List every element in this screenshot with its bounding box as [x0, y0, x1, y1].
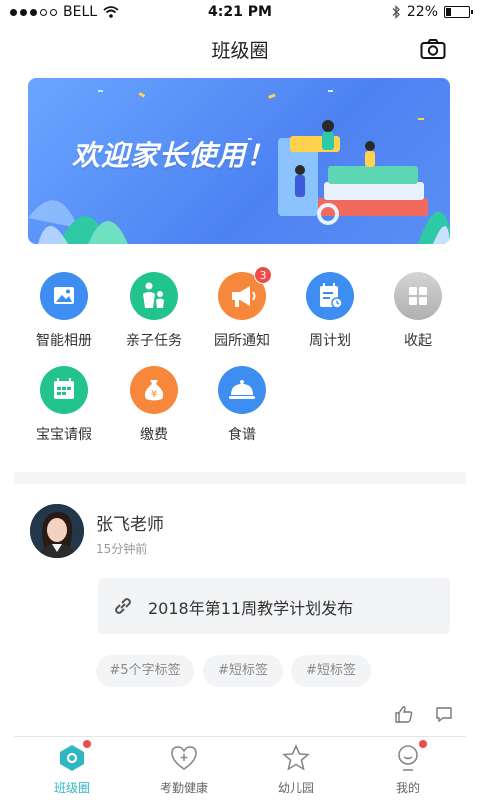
camera-icon[interactable] — [420, 38, 446, 60]
tab-mine[interactable]: 我的 — [368, 740, 448, 799]
like-icon[interactable] — [394, 704, 414, 724]
notice-badge: 3 — [254, 266, 272, 284]
grid-item-photo-album[interactable]: 智能相册 — [24, 272, 104, 356]
collapse-grid-icon — [394, 272, 442, 320]
grid-label: 周计划 — [309, 333, 351, 349]
link-icon — [115, 598, 131, 614]
leave-calendar-icon — [40, 366, 88, 414]
svg-text:¥: ¥ — [151, 389, 157, 400]
link-card[interactable]: 2018年第11周教学计划发布 — [98, 578, 450, 634]
grid-label: 园所通知 — [214, 333, 270, 349]
tab-class-circle[interactable]: 班级圈 — [32, 740, 112, 799]
battery-icon — [444, 6, 473, 18]
parent-child-icon — [130, 272, 178, 320]
grid-item-leave[interactable]: 宝宝请假 — [24, 366, 104, 450]
section-divider — [14, 472, 466, 484]
grid-item-parent-child[interactable]: 亲子任务 — [114, 272, 194, 356]
tag-chip[interactable]: #短标签 — [203, 655, 283, 687]
tab-bar: 班级圈 考勤健康 幼儿园 我的 — [14, 736, 466, 800]
link-text: 2018年第11周教学计划发布 — [148, 599, 354, 618]
battery-percent: 22% — [406, 4, 438, 20]
photo-album-icon — [40, 272, 88, 320]
grid-label: 宝宝请假 — [36, 427, 92, 443]
grid-label: 智能相册 — [36, 333, 92, 349]
page-title: 班级圈 — [211, 40, 269, 62]
profile-icon — [393, 740, 427, 773]
nav-bar: 班级圈 — [0, 28, 480, 72]
grid-label: 食谱 — [228, 427, 256, 443]
tab-attendance-health[interactable]: 考勤健康 — [144, 743, 224, 799]
grid-label: 亲子任务 — [126, 333, 182, 349]
calendar-plan-icon — [306, 272, 354, 320]
tab-kindergarten[interactable]: 幼儿园 — [256, 743, 336, 799]
bluetooth-icon — [392, 5, 400, 19]
banner-text: 欢迎家长使用！ — [72, 139, 276, 172]
grid-label: 收起 — [404, 333, 432, 349]
tab-label: 班级圈 — [53, 781, 90, 795]
tab-label: 幼儿园 — [277, 781, 314, 795]
food-cloche-icon — [218, 366, 266, 414]
grid-item-payment[interactable]: ¥ 缴费 — [114, 366, 194, 450]
status-right: 22% — [391, 4, 473, 20]
tag-chip[interactable]: #5个字标签 — [96, 655, 194, 687]
megaphone-icon: 3 — [218, 266, 272, 320]
welcome-banner[interactable]: 欢迎家长使用！ — [28, 78, 450, 244]
grid-item-recipe[interactable]: 食谱 — [202, 366, 282, 450]
grid-item-notice[interactable]: 3 园所通知 — [202, 266, 282, 356]
grid-item-collapse[interactable]: 收起 — [378, 272, 458, 356]
money-bag-icon: ¥ — [130, 366, 178, 414]
post-time: 15分钟前 — [96, 542, 148, 556]
tab-label: 我的 — [395, 781, 420, 795]
post-author[interactable]: 张飞老师 — [96, 510, 164, 535]
grid-label: 缴费 — [140, 427, 168, 443]
grid-item-weekly-plan[interactable]: 周计划 — [290, 272, 370, 356]
avatar[interactable] — [30, 504, 84, 558]
comment-icon[interactable] — [434, 704, 454, 724]
class-circle-icon — [57, 740, 91, 773]
tab-label: 考勤健康 — [159, 781, 208, 795]
tag-chip[interactable]: #短标签 — [291, 655, 371, 687]
star-kindergarten-icon — [281, 743, 311, 773]
status-bar: BELL 4:21 PM 22% — [0, 0, 480, 26]
heart-health-icon — [169, 743, 199, 773]
